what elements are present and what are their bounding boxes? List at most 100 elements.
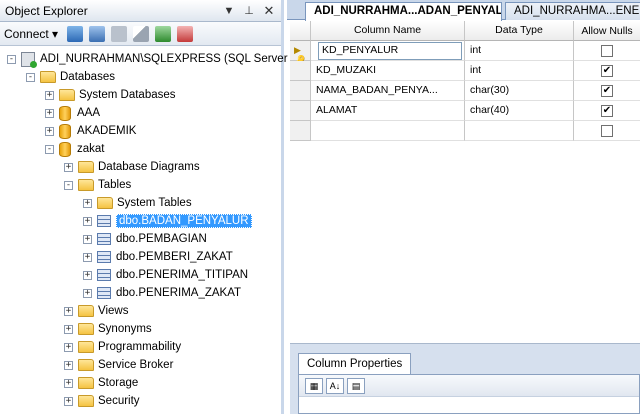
refresh-icon[interactable] — [155, 25, 172, 42]
expand-icon[interactable]: + — [83, 216, 92, 226]
tree-node[interactable]: + AKADEMIK — [0, 122, 281, 140]
tree-node[interactable]: + Database Diagrams — [0, 158, 281, 176]
data-type-cell[interactable]: char(30) — [465, 81, 574, 101]
folder-icon — [78, 161, 94, 173]
table-row[interactable]: NAMA_BADAN_PENYA... char(30) ✔ — [290, 81, 640, 101]
tree-node-label: Views — [98, 305, 129, 317]
connect-button[interactable]: Connect ▾ — [4, 27, 58, 41]
expand-icon[interactable]: + — [45, 126, 54, 136]
expand-icon[interactable]: + — [64, 378, 73, 388]
row-selector[interactable] — [290, 61, 311, 81]
folder-icon — [78, 395, 94, 407]
disconnect-icon[interactable] — [89, 25, 106, 42]
expand-icon[interactable]: + — [45, 108, 54, 118]
expand-icon[interactable]: + — [83, 270, 92, 280]
tree-node-label: Programmability — [98, 341, 182, 353]
allow-nulls-cell — [574, 121, 640, 141]
column-name-cell[interactable]: ALAMAT — [311, 101, 465, 121]
tree-node[interactable]: - zakat — [0, 140, 281, 158]
allow-nulls-checkbox[interactable] — [601, 44, 613, 57]
folder-icon — [78, 377, 94, 389]
expand-icon[interactable]: + — [64, 396, 73, 406]
table-row[interactable] — [290, 121, 640, 141]
table-row[interactable]: KD_MUZAKI int ✔ — [290, 61, 640, 81]
tree-node-label: Service Broker — [98, 359, 174, 371]
tree-node[interactable]: + Security — [0, 392, 281, 410]
table-row[interactable]: ▶🔑 KD_PENYALUR int — [290, 41, 640, 65]
tree-node[interactable]: + dbo.PEMBAGIAN — [0, 230, 281, 248]
table-row[interactable]: ALAMAT char(40) ✔ — [290, 101, 640, 121]
tree-node[interactable]: + dbo.PEMBERI_ZAKAT — [0, 248, 281, 266]
tree-node[interactable]: + dbo.BADAN_PENYALUR — [0, 212, 281, 230]
column-name-cell[interactable]: NAMA_BADAN_PENYA... — [311, 81, 465, 101]
tree-node-label: System Tables — [117, 197, 192, 209]
row-selector[interactable] — [290, 81, 311, 101]
collapse-icon[interactable]: - — [64, 180, 73, 190]
tree-node[interactable]: - Tables — [0, 176, 281, 194]
tree-node[interactable]: + Programmability — [0, 338, 281, 356]
expand-icon[interactable]: + — [83, 198, 92, 208]
filter-icon[interactable] — [133, 25, 150, 42]
object-explorer-title: Object Explorer — [5, 3, 88, 18]
tree-node[interactable]: + Service Broker — [0, 356, 281, 374]
tab-column-properties[interactable]: Column Properties — [298, 353, 412, 375]
data-type-cell[interactable]: char(40) — [465, 101, 574, 121]
data-type-cell[interactable] — [465, 121, 574, 141]
tree-node[interactable]: + dbo.PENERIMA_TITIPAN — [0, 266, 281, 284]
tree-node[interactable]: + Storage — [0, 374, 281, 392]
expand-icon[interactable]: + — [64, 342, 73, 352]
auto-hide-pin-icon[interactable]: ⊥ — [241, 3, 257, 19]
data-type-cell[interactable]: int — [465, 61, 574, 81]
tree-node[interactable]: + System Tables — [0, 194, 281, 212]
tab-table-designer-other[interactable]: ADI_NURRAHMA...ENE — [505, 2, 640, 20]
table-icon — [97, 215, 111, 227]
expand-icon[interactable]: + — [64, 360, 73, 370]
close-icon[interactable]: ✕ — [261, 3, 277, 19]
table-icon — [97, 251, 111, 263]
expand-icon[interactable]: + — [45, 90, 54, 100]
window-position-icon[interactable]: ▼ — [221, 3, 237, 19]
tree-node[interactable]: + Views — [0, 302, 281, 320]
column-name-cell[interactable] — [311, 121, 465, 141]
expand-icon[interactable]: + — [64, 306, 73, 316]
tree-node[interactable]: + AAA — [0, 104, 281, 122]
tree-node[interactable]: - Databases — [0, 68, 281, 86]
tree-node[interactable]: - ADI_NURRAHMAN\SQLEXPRESS (SQL Server — [0, 50, 288, 68]
expand-icon[interactable]: + — [64, 324, 73, 334]
column-name-cell[interactable]: KD_MUZAKI — [311, 61, 465, 81]
tree-node[interactable]: + System Databases — [0, 86, 281, 104]
column-name-cell[interactable]: KD_PENYALUR — [311, 41, 465, 61]
column-properties-toolbar: ▦ A↓ ▤ — [299, 375, 639, 397]
summary-icon[interactable] — [177, 25, 194, 42]
expand-icon[interactable]: + — [83, 234, 92, 244]
column-name-header: Column Name — [311, 21, 465, 41]
collapse-icon[interactable]: - — [26, 72, 35, 82]
stop-icon[interactable] — [111, 25, 128, 42]
tree-node[interactable]: + Synonyms — [0, 320, 281, 338]
allow-nulls-cell — [574, 41, 640, 61]
expand-icon[interactable]: + — [83, 288, 92, 298]
tree-node-label: Storage — [98, 377, 139, 389]
database-icon — [59, 123, 71, 139]
collapse-icon[interactable]: - — [45, 144, 54, 154]
tree-node-label: dbo.PEMBAGIAN — [116, 233, 207, 245]
row-selector[interactable]: ▶🔑 — [290, 41, 311, 65]
allow-nulls-checkbox[interactable]: ✔ — [601, 84, 613, 97]
property-pages-icon[interactable]: ▤ — [347, 377, 365, 394]
tab-table-designer-badan-penyalur[interactable]: ADI_NURRAHMA...ADAN_PENYALUR — [305, 2, 502, 21]
row-selector[interactable] — [290, 101, 311, 121]
alphabetical-sort-icon[interactable]: A↓ — [326, 377, 344, 394]
collapse-icon[interactable]: - — [7, 54, 16, 64]
allow-nulls-checkbox[interactable] — [601, 124, 613, 137]
data-type-cell[interactable]: int — [465, 41, 574, 61]
connect-object-explorer-icon[interactable] — [67, 25, 84, 42]
row-selector-header — [290, 21, 311, 41]
tree-node[interactable]: + dbo.PENERIMA_ZAKAT — [0, 284, 281, 302]
expand-icon[interactable]: + — [83, 252, 92, 262]
expand-icon[interactable]: + — [64, 162, 73, 172]
allow-nulls-checkbox[interactable]: ✔ — [601, 104, 613, 117]
tree-node-label: AKADEMIK — [77, 125, 137, 137]
allow-nulls-checkbox[interactable]: ✔ — [601, 64, 613, 77]
categorized-icon[interactable]: ▦ — [305, 377, 323, 394]
row-selector[interactable] — [290, 121, 311, 141]
